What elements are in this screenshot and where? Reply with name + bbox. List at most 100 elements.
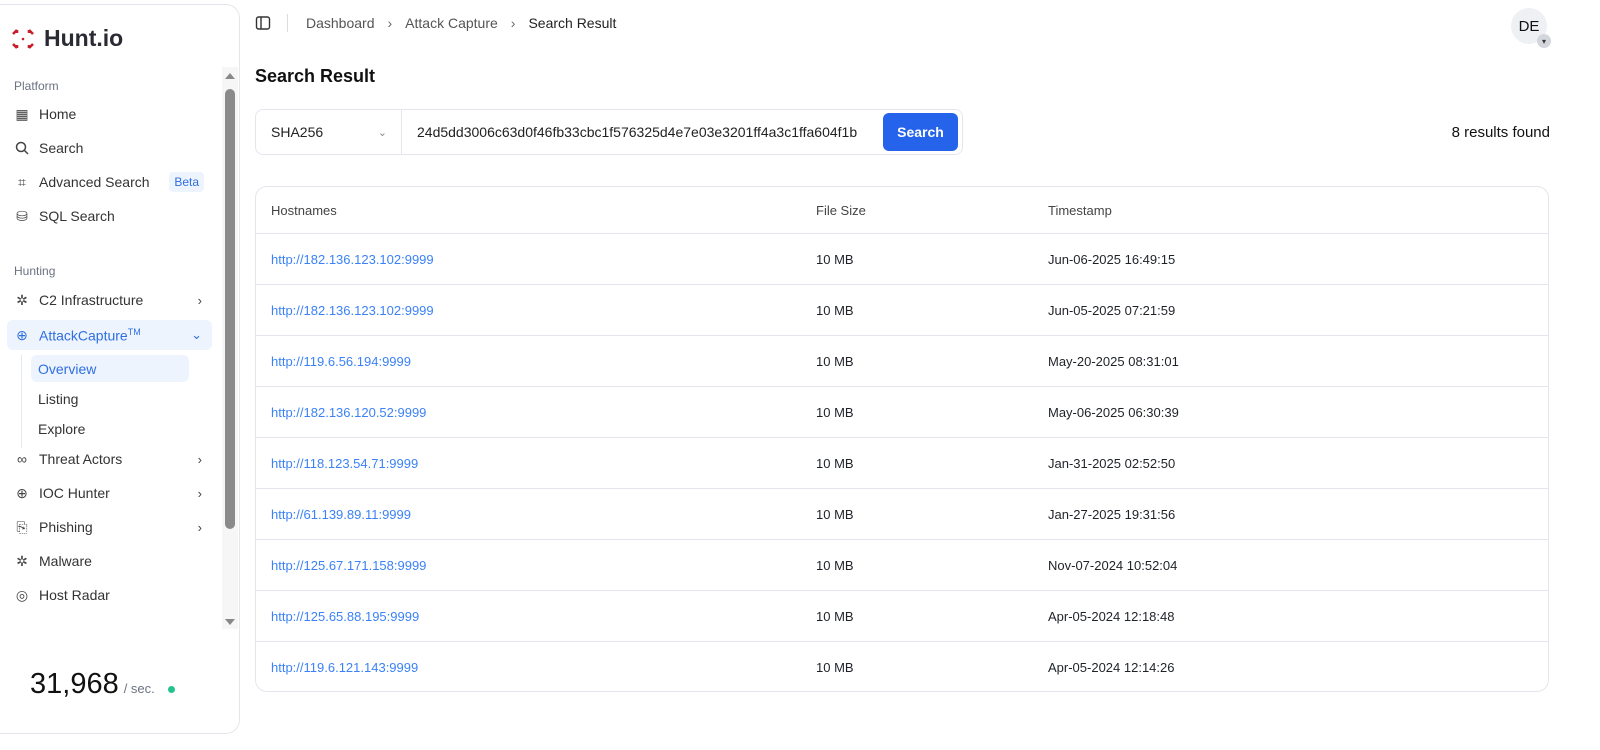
file-size-cell: 10 MB [816, 455, 854, 471]
sidebar-item-attackcapture[interactable]: ⊕ AttackCaptureTM ⌄ [7, 320, 212, 350]
search-type-value: SHA256 [271, 124, 324, 140]
user-avatar[interactable]: DE ▾ [1511, 8, 1551, 48]
sidebar-item-phishing[interactable]: ⎘ Phishing › [7, 512, 212, 542]
sidebar-item-threat-actors[interactable]: ∞ Threat Actors › [7, 444, 212, 474]
breadcrumb-dashboard[interactable]: Dashboard [306, 15, 375, 31]
sidebar-subitem-explore[interactable]: Explore [31, 415, 189, 442]
scan-icon: ⌗ [18, 173, 26, 190]
hostname-link[interactable]: http://125.67.171.158:9999 [271, 558, 426, 573]
breadcrumb-attack-capture[interactable]: Attack Capture [405, 15, 498, 31]
file-size-cell: 10 MB [816, 302, 854, 318]
grid-icon: ▦ [15, 105, 29, 122]
sidebar: Hunt.io Platform ▦ Home Search ⌗ Advanced … [0, 4, 240, 734]
sidebar-item-sql-search[interactable]: ⛁ SQL Search [7, 201, 212, 231]
sidebar-item-label: Search [39, 140, 84, 156]
breadcrumb: Dashboard › Attack Capture › Search Resu… [255, 12, 616, 34]
divider [287, 14, 288, 32]
chevron-right-icon: › [197, 485, 202, 501]
timestamp-cell: Jun-05-2025 07:21:59 [1048, 302, 1176, 318]
table-header: Hostnames File Size Timestamp [256, 187, 1548, 233]
file-size-cell: 10 MB [816, 251, 854, 267]
hostname-link[interactable]: http://125.65.88.195:9999 [271, 609, 419, 624]
plus-circle-icon: ⊕ [16, 484, 28, 501]
avatar-initials: DE [1518, 17, 1540, 35]
hostname-link[interactable]: http://182.136.123.102:9999 [271, 303, 434, 318]
timestamp-cell: Jan-31-2025 02:52:50 [1048, 455, 1176, 471]
sidebar-subitem-overview[interactable]: Overview [31, 355, 189, 382]
brand-name: Hunt.io [44, 25, 124, 51]
timestamp-cell: Apr-05-2024 12:14:26 [1048, 659, 1175, 675]
file-size-cell: 10 MB [816, 353, 854, 369]
sidebar-item-c2-infrastructure[interactable]: ✲ C2 Infrastructure › [7, 285, 212, 315]
sidebar-item-label: Malware [39, 553, 92, 569]
chevron-right-icon: › [387, 15, 393, 31]
sidebar-item-ioc-hunter[interactable]: ⊕ IOC Hunter › [7, 478, 212, 508]
timestamp-cell: Nov-07-2024 10:52:04 [1048, 557, 1178, 573]
timestamp-cell: Apr-05-2024 12:18:48 [1048, 608, 1175, 624]
search-type-select[interactable]: SHA256 ⌄ [256, 110, 402, 154]
rate-unit: / sec. [123, 681, 155, 696]
sidebar-scrollbar[interactable] [222, 67, 238, 629]
sidebar-item-advanced-search[interactable]: ⌗ Advanced Search Beta [7, 167, 212, 197]
column-header-timestamp[interactable]: Timestamp [1048, 203, 1548, 218]
file-size-cell: 10 MB [816, 557, 854, 573]
sidebar-item-label: Host Radar [39, 587, 110, 603]
section-platform: Platform [14, 79, 59, 93]
hunt-logo-icon [12, 28, 34, 49]
event-rate: 31,968 / sec. [30, 668, 175, 701]
table-row: http://119.6.56.194:9999 10 MB May-20-2025… [256, 335, 1548, 386]
sidebar-item-label: AttackCaptureTM [39, 326, 141, 344]
sidebar-item-host-radar[interactable]: ◎ Host Radar [7, 580, 212, 610]
sidebar-toggle-icon[interactable] [255, 15, 271, 31]
malware-icon: ✲ [16, 552, 28, 569]
page-title: Search Result [255, 66, 376, 86]
scroll-up-icon[interactable] [225, 73, 235, 79]
mask-icon: ∞ [17, 451, 27, 467]
scroll-down-icon[interactable] [225, 619, 235, 625]
sidebar-item-label: Advanced Search [39, 174, 150, 190]
table-row: http://182.136.123.102:9999 10 MB Jun-05-2… [256, 284, 1548, 335]
hostname-cell: http://119.6.56.194:9999 [256, 354, 816, 369]
hostname-link[interactable]: http://61.139.89.11:9999 [271, 507, 411, 522]
logo[interactable]: Hunt.io [10, 25, 123, 52]
beta-badge: Beta [169, 172, 204, 192]
column-header-file-size[interactable]: File Size [816, 203, 1048, 218]
hostname-cell: http://118.123.54.71:9999 [256, 456, 816, 471]
crosshair-icon: ⊕ [16, 326, 28, 343]
file-size-cell: 10 MB [816, 404, 854, 420]
file-size-cell: 10 MB [816, 506, 854, 522]
file-size-cell: 10 MB [816, 659, 854, 675]
table-row: http://182.136.123.102:9999 10 MB Jun-06-2… [256, 233, 1548, 284]
chevron-right-icon: › [197, 519, 202, 535]
table-row: http://125.65.88.195:9999 10 MB Apr-05-202… [256, 590, 1548, 641]
table-row: http://61.139.89.11:9999 10 MB Jan-27-2025… [256, 488, 1548, 539]
search-button[interactable]: Search [883, 113, 958, 151]
hostname-link[interactable]: http://182.136.123.102:9999 [271, 252, 434, 267]
search-bar: SHA256 ⌄ Search [255, 109, 963, 155]
timestamp-cell: Jun-06-2025 16:49:15 [1048, 251, 1176, 267]
sidebar-item-label: C2 Infrastructure [39, 292, 144, 308]
column-header-hostnames[interactable]: Hostnames [256, 203, 816, 218]
hostname-link[interactable]: http://118.123.54.71:9999 [271, 456, 418, 471]
file-size-cell: 10 MB [816, 608, 854, 624]
hostname-cell: http://125.65.88.195:9999 [256, 609, 816, 624]
radar-icon: ◎ [15, 586, 29, 603]
sidebar-item-home[interactable]: ▦ Home [7, 99, 212, 129]
chevron-right-icon: › [197, 451, 202, 467]
hostname-cell: http://182.136.123.102:9999 [256, 303, 816, 318]
hostname-link[interactable]: http://182.136.120.52:9999 [271, 405, 426, 420]
sidebar-subitem-listing[interactable]: Listing [31, 385, 189, 412]
scrollbar-thumb[interactable] [225, 89, 235, 529]
search-input[interactable] [402, 124, 883, 140]
sidebar-item-label: Home [39, 106, 77, 122]
sidebar-item-search[interactable]: Search [7, 133, 212, 163]
hostname-cell: http://125.67.171.158:9999 [256, 558, 816, 573]
file-hook-icon: ⎘ [16, 518, 28, 535]
results-count: 8 results found [1451, 124, 1550, 141]
timestamp-cell: May-06-2025 06:30:39 [1048, 404, 1179, 420]
sidebar-item-malware[interactable]: ✲ Malware [7, 546, 212, 576]
table-row: http://125.67.171.158:9999 10 MB Nov-07-20… [256, 539, 1548, 590]
hostname-link[interactable]: http://119.6.56.194:9999 [271, 354, 411, 369]
hostname-link[interactable]: http://119.6.121.143:9999 [271, 660, 418, 675]
chevron-right-icon: › [510, 15, 516, 31]
